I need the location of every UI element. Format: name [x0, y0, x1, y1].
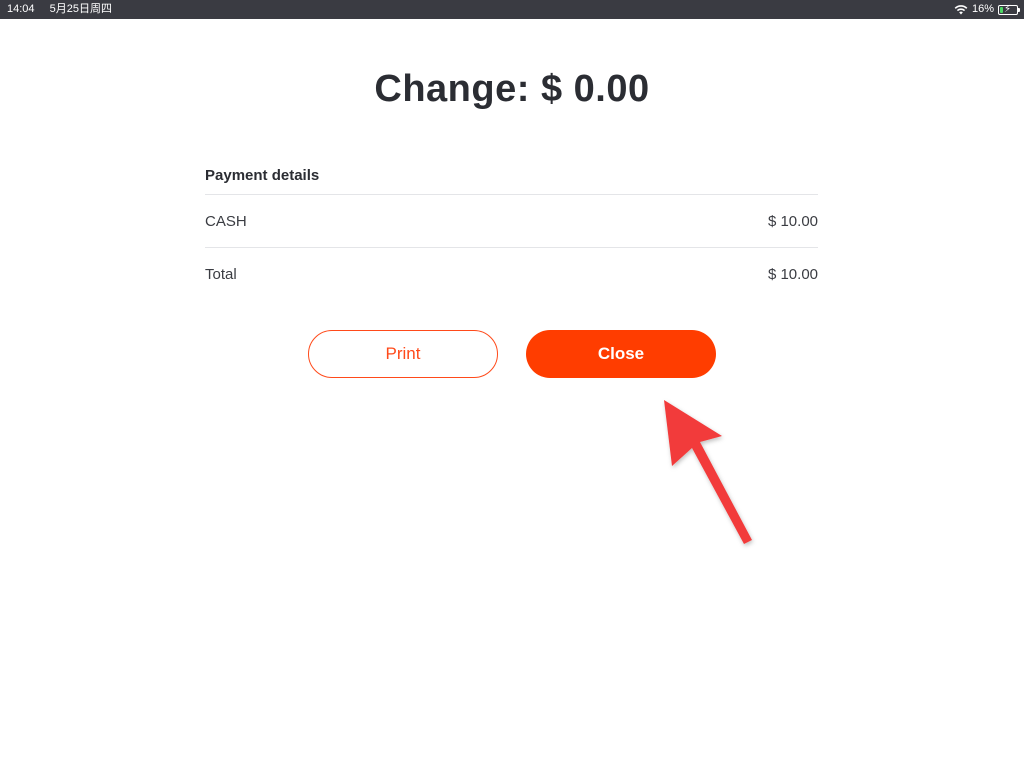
- battery-icon: ⚡: [998, 3, 1020, 15]
- battery-level-fill: [1000, 6, 1003, 13]
- total-label: Total: [205, 266, 237, 283]
- status-left: 14:04 5月25日周四: [7, 0, 124, 19]
- status-time: 14:04: [7, 3, 35, 15]
- total-amount: $ 10.00: [767, 266, 818, 283]
- change-amount-title: Change: $ 0.00: [374, 68, 650, 110]
- close-button[interactable]: Close: [526, 330, 716, 378]
- payment-details: Payment details CASH $ 10.00 Total $ 10.…: [205, 158, 818, 301]
- battery-percent: 16%: [971, 3, 994, 15]
- status-right: 16% ⚡: [954, 0, 1020, 19]
- payment-method-label: CASH: [205, 212, 247, 230]
- status-bar: 14:04 5月25日周四 16% ⚡: [0, 0, 1024, 19]
- charging-bolt-icon: ⚡: [1004, 3, 1012, 15]
- payment-row-total: Total $ 10.00: [205, 248, 818, 301]
- payment-details-header: Payment details: [205, 158, 818, 195]
- payment-row-cash: CASH $ 10.00: [205, 195, 818, 248]
- wifi-icon: [954, 5, 968, 15]
- status-date: 5月25日周四: [49, 3, 112, 15]
- pointer-arrow-icon: [664, 400, 752, 544]
- payment-method-amount: $ 10.00: [767, 212, 818, 230]
- print-button[interactable]: Print: [308, 330, 498, 378]
